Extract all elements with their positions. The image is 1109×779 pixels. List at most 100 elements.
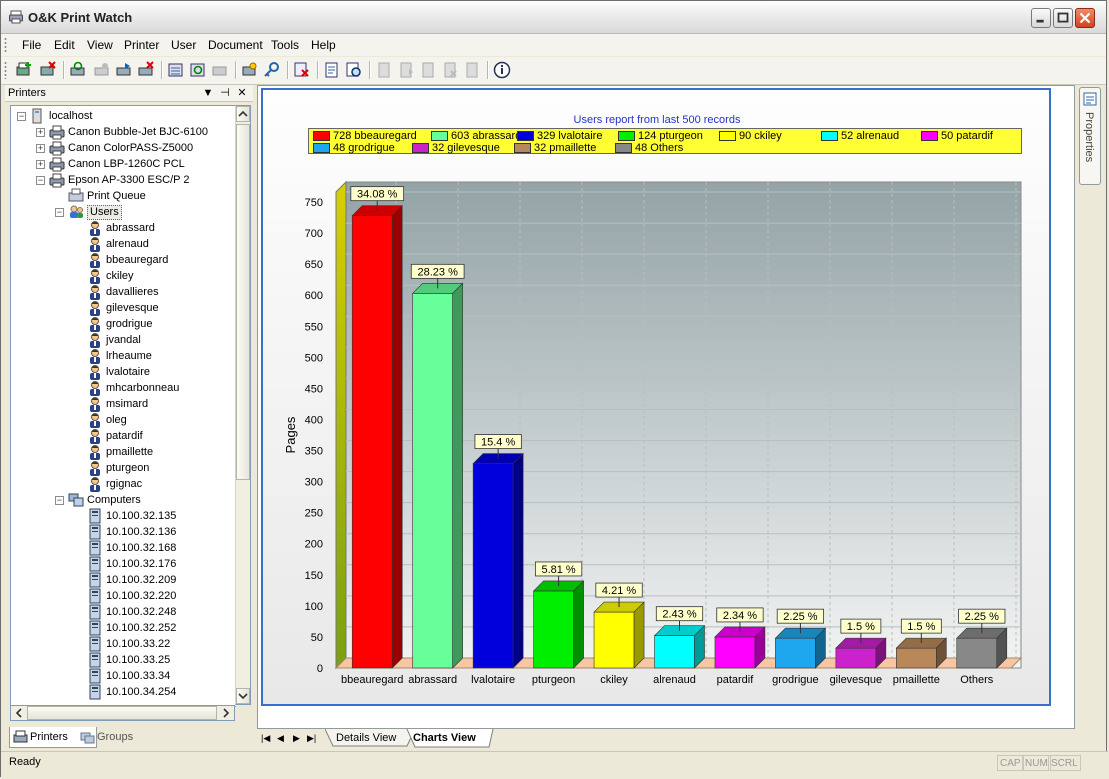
menu-printer[interactable]: Printer xyxy=(124,38,159,52)
tree-vertical-scrollbar[interactable] xyxy=(235,105,251,705)
chevron-down-icon xyxy=(238,693,248,700)
tab-groups[interactable]: Groups xyxy=(77,727,157,747)
tree-computer[interactable]: 10.100.32.176 xyxy=(11,556,236,572)
expand-icon[interactable]: + xyxy=(36,160,45,169)
tree-computer[interactable]: 10.100.33.34 xyxy=(11,668,236,684)
queue-icon[interactable] xyxy=(167,61,185,79)
tree-user[interactable]: pmaillette xyxy=(11,444,236,460)
tree-computer[interactable]: 10.100.32.220 xyxy=(11,588,236,604)
tree-computer[interactable]: 10.100.32.252 xyxy=(11,620,236,636)
tree-user[interactable]: ckiley xyxy=(11,268,236,284)
tree-user[interactable]: msimard xyxy=(11,396,236,412)
tab-printers-label: Printers xyxy=(30,731,68,743)
h-scroll-thumb[interactable] xyxy=(27,706,217,720)
tree-computer[interactable]: 10.100.32.209 xyxy=(11,572,236,588)
tree-printer[interactable]: − Epson AP-3300 ESC/P 2 xyxy=(11,172,236,188)
tree-user[interactable]: grodrigue xyxy=(11,316,236,332)
user-icon xyxy=(90,461,100,476)
tree-user[interactable]: lvalotaire xyxy=(11,364,236,380)
preview-icon[interactable] xyxy=(345,61,363,79)
maximize-button[interactable] xyxy=(1053,8,1073,28)
tree-computer[interactable]: 10.100.32.248 xyxy=(11,604,236,620)
properties-tab[interactable]: Properties xyxy=(1079,87,1101,185)
panel-dropdown-icon[interactable]: ▼ xyxy=(202,87,214,99)
tree-printer[interactable]: + Canon Bubble-Jet BJC-6100 xyxy=(11,124,236,140)
scroll-down-button[interactable] xyxy=(236,688,250,704)
tree-user[interactable]: patardif xyxy=(11,428,236,444)
tree-user[interactable]: oleg xyxy=(11,412,236,428)
tree-computer[interactable]: 10.100.34.254 xyxy=(11,684,236,700)
menu-gripper[interactable] xyxy=(4,37,7,53)
menu-user[interactable]: User xyxy=(171,38,196,52)
settings-icon[interactable] xyxy=(211,61,229,79)
tree-print-queue[interactable]: Print Queue xyxy=(11,188,236,204)
tree-user[interactable]: bbeauregard xyxy=(11,252,236,268)
tree-user[interactable]: mhcarbonneau xyxy=(11,380,236,396)
collapse-icon[interactable]: − xyxy=(36,176,45,185)
scroll-thumb[interactable] xyxy=(236,124,250,480)
pin-icon[interactable]: ⊣ xyxy=(219,87,231,99)
doc-next-icon[interactable] xyxy=(397,61,415,79)
tree-computer[interactable]: 10.100.32.168 xyxy=(11,540,236,556)
doc-first-icon[interactable] xyxy=(375,61,393,79)
first-tab-icon[interactable]: |◀ xyxy=(261,733,270,744)
tree-computer[interactable]: 10.100.33.25 xyxy=(11,652,236,668)
menu-help[interactable]: Help xyxy=(311,38,336,52)
key-icon[interactable] xyxy=(263,61,281,79)
toolbar-gripper[interactable] xyxy=(4,61,7,79)
chevron-left-icon[interactable] xyxy=(13,707,25,719)
cancel-icon[interactable] xyxy=(137,61,155,79)
refresh-icon[interactable] xyxy=(69,61,87,79)
menu-view[interactable]: View xyxy=(87,38,113,52)
info-icon[interactable] xyxy=(493,61,511,79)
tree-printer[interactable]: + Canon ColorPASS-Z5000 xyxy=(11,140,236,156)
menu-edit[interactable]: Edit xyxy=(54,38,75,52)
tree-printer[interactable]: + Canon LBP-1260C PCL xyxy=(11,156,236,172)
computer-icon xyxy=(89,572,101,588)
last-tab-icon[interactable]: ▶| xyxy=(307,733,316,744)
printers-tree[interactable]: − localhost + Canon Bubble-Jet BJC-6100 + Can… xyxy=(10,105,236,707)
tree-computer[interactable]: 10.100.33.22 xyxy=(11,636,236,652)
tree-user[interactable]: jvandal xyxy=(11,332,236,348)
add-printer-icon[interactable] xyxy=(15,61,33,79)
doc-delete-icon[interactable] xyxy=(441,61,459,79)
tree-computers[interactable]: − Computers xyxy=(11,492,236,508)
tree-user[interactable]: lrheaume xyxy=(11,348,236,364)
bar-front xyxy=(472,463,514,669)
previous-tab-icon[interactable]: ◀ xyxy=(277,733,284,744)
refresh-queue-icon[interactable] xyxy=(189,61,207,79)
next-tab-icon[interactable]: ▶ xyxy=(293,733,300,744)
tree-computer[interactable]: 10.100.32.135 xyxy=(11,508,236,524)
tree-users[interactable]: − Users xyxy=(11,204,236,220)
tree-user[interactable]: abrassard xyxy=(11,220,236,236)
close-button[interactable] xyxy=(1075,8,1095,28)
tree-user[interactable]: gilevesque xyxy=(11,300,236,316)
tree-user[interactable]: davallieres xyxy=(11,284,236,300)
expand-icon[interactable]: + xyxy=(36,144,45,153)
expand-icon[interactable]: + xyxy=(36,128,45,137)
tree-horizontal-scrollbar[interactable] xyxy=(10,705,235,721)
tree-user[interactable]: rgignac xyxy=(11,476,236,492)
report-icon[interactable] xyxy=(323,61,341,79)
chevron-right-icon[interactable] xyxy=(220,707,232,719)
printers-panel-header: Printers ▼ ⊣ ✕ xyxy=(5,85,253,102)
tab-charts-view[interactable]: Charts View xyxy=(413,729,476,747)
menu-file[interactable]: File xyxy=(22,38,41,52)
tree-user[interactable]: pturgeon xyxy=(11,460,236,476)
pause-icon[interactable] xyxy=(93,61,111,79)
minimize-button[interactable] xyxy=(1031,8,1051,28)
menu-tools[interactable]: Tools xyxy=(271,38,299,52)
menu-document[interactable]: Document xyxy=(208,38,263,52)
properties-icon[interactable] xyxy=(241,61,259,79)
doc-edit-icon[interactable] xyxy=(463,61,481,79)
resume-icon[interactable] xyxy=(115,61,133,79)
collapse-icon[interactable]: − xyxy=(55,496,64,505)
delete-job-icon[interactable] xyxy=(293,61,311,79)
delete-printer-icon[interactable] xyxy=(39,61,57,79)
collapse-icon[interactable]: − xyxy=(55,208,64,217)
doc-move-icon[interactable] xyxy=(419,61,437,79)
tree-computer[interactable]: 10.100.32.136 xyxy=(11,524,236,540)
tree-user[interactable]: alrenaud xyxy=(11,236,236,252)
tab-details-view[interactable]: Details View xyxy=(336,729,396,747)
panel-close-icon[interactable]: ✕ xyxy=(236,87,248,99)
